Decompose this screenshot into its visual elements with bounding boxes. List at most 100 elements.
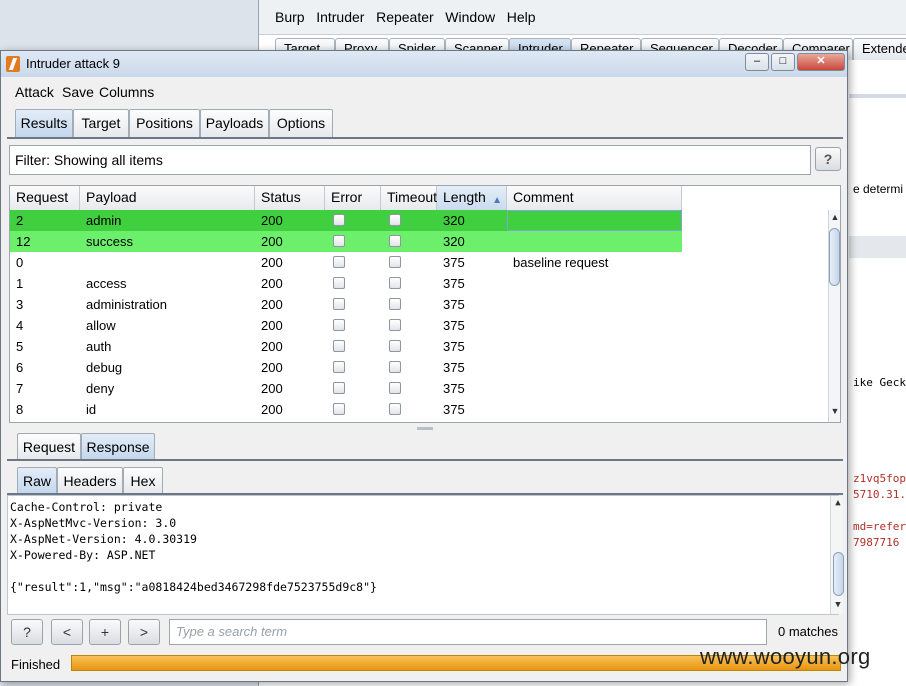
column-status[interactable]: Status: [255, 186, 325, 210]
payload-cell: administration: [86, 297, 167, 312]
tab-options[interactable]: Options: [269, 109, 333, 137]
scroll-down-icon[interactable]: ▼: [833, 600, 843, 610]
tab-results[interactable]: Results: [15, 109, 73, 137]
tab-headers[interactable]: Headers: [57, 467, 123, 493]
menu-columns[interactable]: Columns: [99, 84, 154, 100]
sort-ascending-icon: ▲: [492, 195, 502, 206]
status-cell: 200: [261, 402, 283, 417]
comment-cell: [507, 399, 682, 420]
column-length[interactable]: Length ▲: [437, 186, 507, 210]
column-request[interactable]: Request: [10, 186, 80, 210]
comment-cell: [507, 315, 682, 336]
search-next-button[interactable]: >: [128, 619, 160, 645]
status-cell: 200: [261, 318, 283, 333]
main-tab-extender[interactable]: Extender: [853, 38, 906, 60]
table-row[interactable]: 6 debug 200 375: [10, 357, 682, 378]
tab-raw[interactable]: Raw: [17, 467, 57, 493]
table-row[interactable]: 8 id 200 375: [10, 399, 682, 420]
scroll-thumb[interactable]: [829, 228, 840, 286]
close-button[interactable]: ✕: [797, 53, 845, 71]
table-row[interactable]: 3 administration 200 375: [10, 294, 682, 315]
scroll-up-icon[interactable]: ▲: [830, 212, 840, 222]
table-row[interactable]: 4 allow 200 375: [10, 315, 682, 336]
filter-help-button[interactable]: ?: [815, 147, 841, 171]
title-bar[interactable]: Intruder attack 9 – □ ✕: [1, 51, 847, 77]
results-table-header: Request Payload Status Error Timeout Len…: [10, 186, 682, 211]
column-timeout[interactable]: Timeout: [381, 186, 437, 210]
scroll-down-icon[interactable]: ▼: [830, 406, 840, 416]
results-scrollbar[interactable]: ▲ ▼: [828, 210, 840, 422]
error-checkbox: [333, 277, 345, 289]
request-cell: 0: [16, 255, 24, 270]
main-menu-burp[interactable]: Burp: [275, 9, 305, 25]
request-cell: 12: [16, 234, 31, 249]
tab-payloads[interactable]: Payloads: [200, 109, 269, 137]
request-cell: 1: [16, 276, 24, 291]
table-row[interactable]: 2 admin 200 320: [10, 210, 682, 231]
bg-text-fragment: z1vq5fop: [853, 472, 906, 485]
menu-save[interactable]: Save: [62, 84, 94, 100]
length-cell: 320: [443, 213, 465, 228]
search-previous-button[interactable]: <: [51, 619, 83, 645]
table-row[interactable]: 0 200 375 baseline request: [10, 252, 682, 273]
status-cell: 200: [261, 381, 283, 396]
maximize-button[interactable]: □: [771, 53, 795, 71]
burp-logo-icon: [6, 56, 20, 72]
request-cell: 6: [16, 360, 24, 375]
payload-cell: access: [86, 276, 127, 291]
filter-bar[interactable]: Filter: Showing all items: [9, 145, 811, 175]
response-scrollbar[interactable]: ▲ ▼: [830, 496, 844, 614]
column-payload[interactable]: Payload: [80, 186, 255, 210]
response-raw-view[interactable]: Cache-Control: private X-AspNetMvc-Versi…: [7, 495, 844, 615]
main-menu-intruder[interactable]: Intruder: [316, 9, 364, 25]
bg-divider: [849, 94, 906, 98]
payload-cell: allow: [86, 318, 116, 333]
comment-cell: [507, 378, 682, 399]
selected-cell-outline: [507, 210, 682, 231]
bg-text-fragment: e determi: [853, 182, 904, 196]
tab-target[interactable]: Target: [73, 109, 129, 137]
request-cell: 7: [16, 381, 24, 396]
scroll-up-icon[interactable]: ▲: [833, 498, 843, 508]
table-row[interactable]: 7 deny 200 375: [10, 378, 682, 399]
table-row[interactable]: 1 access 200 375: [10, 273, 682, 294]
minimize-button[interactable]: –: [745, 53, 769, 71]
table-row[interactable]: 12 success 200 320: [10, 231, 682, 252]
bg-text-fragment: 5710.31.: [853, 488, 906, 501]
search-input[interactable]: Type a search term: [169, 619, 767, 645]
timeout-checkbox: [389, 319, 401, 331]
column-error[interactable]: Error: [325, 186, 381, 210]
response-line: Cache-Control: private: [10, 500, 163, 514]
request-cell: 4: [16, 318, 24, 333]
column-comment[interactable]: Comment: [507, 186, 682, 210]
menu-attack[interactable]: Attack: [15, 84, 54, 100]
status-cell: 200: [261, 213, 283, 228]
window-title: Intruder attack 9: [26, 56, 120, 71]
timeout-checkbox: [389, 298, 401, 310]
bg-header-strip: [849, 236, 906, 258]
length-cell: 375: [443, 255, 465, 270]
main-menu-help[interactable]: Help: [507, 9, 536, 25]
bg-text-fragment: ike Geck: [853, 376, 906, 389]
main-menu-window[interactable]: Window: [445, 9, 495, 25]
comment-cell: [507, 231, 682, 252]
request-cell: 2: [16, 213, 24, 228]
main-menu-repeater[interactable]: Repeater: [376, 9, 434, 25]
error-checkbox: [333, 319, 345, 331]
timeout-checkbox: [389, 235, 401, 247]
search-help-button[interactable]: ?: [11, 619, 43, 645]
length-cell: 375: [443, 381, 465, 396]
split-pane-handle[interactable]: [417, 427, 433, 430]
search-options-button[interactable]: +: [89, 619, 121, 645]
table-row[interactable]: 5 auth 200 375: [10, 336, 682, 357]
scroll-thumb[interactable]: [833, 552, 844, 596]
intruder-attack-window: Intruder attack 9 – □ ✕ Attack Save Colu…: [0, 50, 848, 682]
status-cell: 200: [261, 255, 283, 270]
payload-cell: auth: [86, 339, 112, 354]
timeout-checkbox: [389, 214, 401, 226]
tab-request[interactable]: Request: [17, 433, 81, 459]
tab-response[interactable]: Response: [81, 433, 155, 459]
tab-hex[interactable]: Hex: [123, 467, 163, 493]
payload-cell: id: [86, 402, 97, 417]
tab-positions[interactable]: Positions: [129, 109, 200, 137]
